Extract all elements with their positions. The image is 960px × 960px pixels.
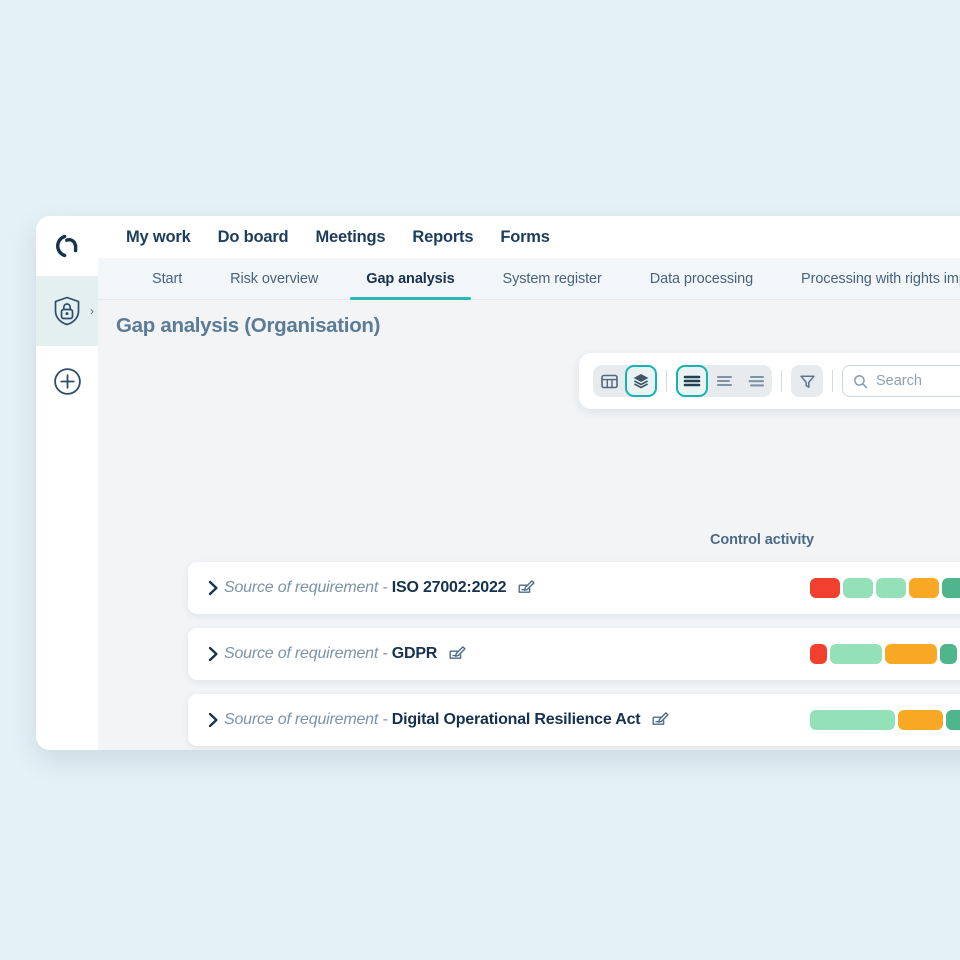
- control-activity-bar-segment: [810, 710, 895, 730]
- logo-icon: [56, 234, 78, 258]
- table-view-icon[interactable]: [593, 365, 625, 397]
- density-group: [676, 365, 772, 397]
- sidebar-expand-chevron-icon[interactable]: ›: [90, 305, 94, 317]
- control-activity-bar-segment: [830, 644, 882, 664]
- table-grid-icon: [600, 374, 618, 388]
- control-activity-bar-segment: [940, 644, 957, 664]
- table-row[interactable]: Source of requirement - Digital Operatio…: [188, 694, 960, 746]
- list-dense-icon: [683, 375, 701, 387]
- row-title-value: GDPR: [391, 645, 438, 662]
- edit-pencil-icon: [652, 712, 670, 725]
- control-activity-bar-segment: [946, 710, 960, 730]
- toolbar-divider-2: [781, 370, 782, 392]
- table-row[interactable]: Source of requirement - GDPR%: [188, 628, 960, 680]
- left-rail: ›: [36, 216, 98, 750]
- tab-risk-overview[interactable]: Risk overview: [206, 258, 342, 300]
- control-activity-bar-chart: %: [810, 710, 960, 730]
- tab-processing-with-rights-impact[interactable]: Processing with rights impact: [777, 258, 960, 300]
- toolbar-divider-3: [832, 370, 833, 392]
- row-expand-chevron-icon[interactable]: [202, 712, 224, 728]
- topnav-item-my-work[interactable]: My work: [126, 228, 191, 247]
- chevron-right-icon: [208, 646, 218, 662]
- search-icon: [854, 374, 868, 388]
- chevron-right-icon: [208, 712, 218, 728]
- control-activity-bar-segment: [843, 578, 873, 598]
- edit-pencil-icon: [518, 580, 535, 593]
- row-edit-button[interactable]: [449, 646, 466, 662]
- density-comfortable-icon[interactable]: [740, 365, 772, 397]
- topnav-item-forms[interactable]: Forms: [500, 228, 550, 247]
- sub-tab-bar: Start Risk overview Gap analysis System …: [98, 258, 960, 300]
- control-activity-bar-segment: [885, 644, 937, 664]
- search-input[interactable]: Search: [842, 365, 960, 397]
- page-title: Gap analysis (Organisation): [116, 314, 381, 337]
- layers-view-icon[interactable]: [625, 365, 657, 397]
- control-activity-bar-chart: %: [810, 578, 960, 598]
- control-activity-bar-segment: [942, 578, 960, 598]
- topnav-item-meetings[interactable]: Meetings: [315, 228, 385, 247]
- window-main: My work Do board Meetings Reports Forms …: [98, 216, 960, 750]
- tab-data-processing[interactable]: Data processing: [626, 258, 777, 300]
- topnav-item-reports[interactable]: Reports: [412, 228, 473, 247]
- row-title-value: Digital Operational Resilience Act: [391, 711, 641, 728]
- control-activity-bar-chart: %: [810, 644, 960, 664]
- sidebar-item-add[interactable]: [36, 346, 98, 416]
- control-activity-bar-segment: [909, 578, 939, 598]
- app-logo[interactable]: [36, 216, 98, 276]
- edit-pencil-icon: [449, 646, 466, 659]
- layers-stack-icon: [633, 374, 649, 389]
- table-row[interactable]: Source of requirement - ISO 27002:2022%: [188, 562, 960, 614]
- row-title: Source of requirement - Digital Operatio…: [224, 711, 641, 729]
- row-title-prefix: Source of requirement -: [224, 711, 392, 728]
- funnel-icon: [799, 374, 815, 388]
- plus-circle-icon: [53, 367, 81, 395]
- list-comfortable-icon: [748, 375, 765, 387]
- density-medium-icon[interactable]: [708, 365, 740, 397]
- content-area: Gap analysis (Organisation) Search Contr…: [98, 300, 960, 750]
- topnav-item-do-board[interactable]: Do board: [218, 228, 289, 247]
- row-title: Source of requirement - GDPR: [224, 645, 437, 663]
- page-frame: › My work Do board Meetings Reports Form…: [0, 0, 960, 960]
- toolbar-divider: [666, 370, 667, 392]
- sidebar-item-security[interactable]: ›: [36, 276, 98, 346]
- filter-icon[interactable]: [791, 365, 823, 397]
- top-navigation: My work Do board Meetings Reports Forms: [98, 216, 960, 258]
- view-toolbar: Search: [579, 353, 960, 409]
- control-activity-bar-segment: [810, 644, 827, 664]
- tab-gap-analysis[interactable]: Gap analysis: [342, 258, 478, 300]
- chevron-right-icon: [208, 580, 218, 596]
- row-expand-chevron-icon[interactable]: [202, 646, 224, 662]
- row-title-prefix: Source of requirement -: [224, 645, 392, 662]
- tab-system-register[interactable]: System register: [479, 258, 626, 300]
- control-activity-bar-segment: [876, 578, 906, 598]
- density-compact-icon[interactable]: [676, 365, 708, 397]
- shield-lock-icon: [54, 296, 80, 326]
- view-mode-group: [593, 365, 657, 397]
- list-medium-icon: [716, 375, 733, 387]
- search-placeholder: Search: [876, 373, 922, 389]
- control-activity-bar-segment: [898, 710, 943, 730]
- tab-start[interactable]: Start: [128, 258, 206, 300]
- control-activity-bar-segment: [810, 578, 840, 598]
- row-title: Source of requirement - ISO 27002:2022: [224, 579, 507, 597]
- row-edit-button[interactable]: [518, 580, 535, 596]
- app-window: › My work Do board Meetings Reports Form…: [36, 216, 960, 750]
- row-title-value: ISO 27002:2022: [391, 579, 507, 596]
- row-edit-button[interactable]: [652, 712, 670, 728]
- row-expand-chevron-icon[interactable]: [202, 580, 224, 596]
- row-title-prefix: Source of requirement -: [224, 579, 392, 596]
- column-header-control-activity: Control activity: [710, 532, 814, 548]
- rows-container: Source of requirement - ISO 27002:2022%S…: [188, 562, 960, 750]
